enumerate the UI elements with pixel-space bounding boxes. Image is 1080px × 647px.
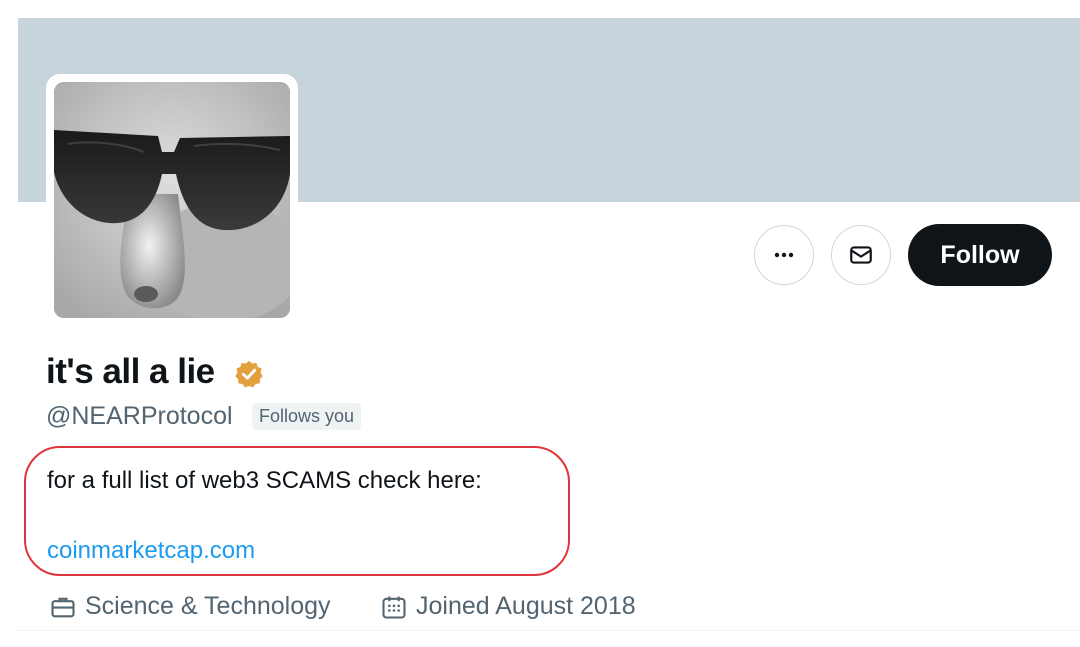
left-margin <box>0 0 18 647</box>
profile-page: Follow it's all a lie @NEARProtocol Foll… <box>0 0 1080 647</box>
bio-text: for a full list of web3 SCAMS check here… <box>47 467 482 494</box>
profile-category: Science & Technology <box>49 592 331 621</box>
verified-badge-icon[interactable] <box>234 359 264 389</box>
calendar-icon <box>382 596 406 619</box>
bio-link[interactable]: coinmarketcap.com <box>47 537 255 565</box>
mail-icon <box>850 246 872 264</box>
follow-button[interactable]: Follow <box>908 224 1052 286</box>
joined-date: Joined August 2018 <box>416 592 636 620</box>
profile-joined: Joined August 2018 <box>380 592 636 621</box>
category-label: Science & Technology <box>85 592 331 620</box>
more-button[interactable] <box>754 225 814 285</box>
message-button[interactable] <box>831 225 891 285</box>
follows-you-badge: Follows you <box>252 403 362 430</box>
divider <box>18 630 1080 631</box>
username-handle: @NEARProtocol <box>46 402 233 430</box>
avatar-image <box>54 82 290 318</box>
more-icon <box>774 252 794 258</box>
display-name: it's all a lie <box>46 352 215 391</box>
avatar[interactable] <box>54 82 290 318</box>
briefcase-icon <box>51 597 75 617</box>
